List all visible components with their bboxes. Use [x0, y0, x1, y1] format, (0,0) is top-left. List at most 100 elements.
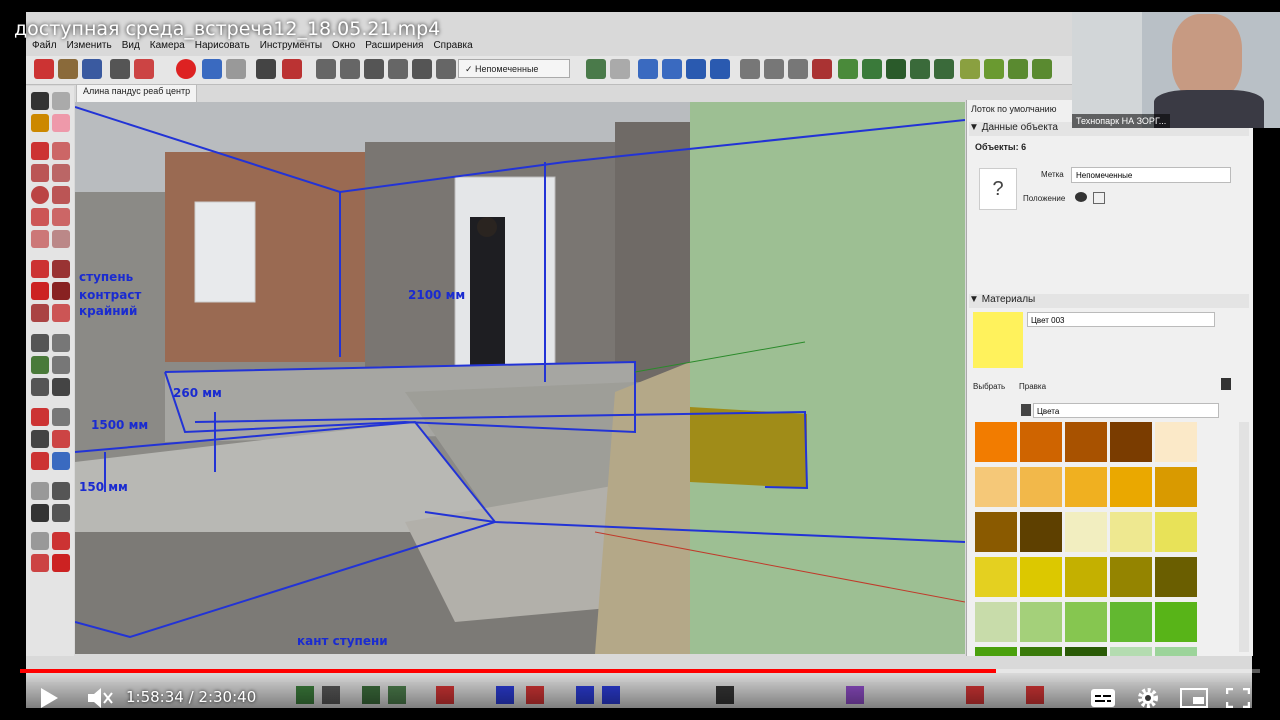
tab-edit[interactable]: Правка [1019, 382, 1046, 396]
redo-icon[interactable] [226, 59, 246, 79]
rectangle-icon[interactable] [31, 164, 49, 182]
material-swatch[interactable] [975, 422, 1017, 462]
pan-tool-icon[interactable] [52, 408, 70, 426]
material-swatch[interactable] [975, 557, 1017, 597]
material-swatch[interactable] [1155, 557, 1197, 597]
wireframe-icon[interactable] [764, 59, 784, 79]
share-model-icon[interactable] [862, 59, 882, 79]
extension-tool-2-icon[interactable] [52, 554, 70, 572]
model-info-icon[interactable] [282, 59, 302, 79]
shaded-icon[interactable] [812, 59, 832, 79]
material-swatch[interactable] [1065, 557, 1107, 597]
iso-view-icon[interactable] [316, 59, 336, 79]
material-swatch[interactable] [1155, 422, 1197, 462]
material-swatch[interactable] [1065, 422, 1107, 462]
visibility-eye-icon[interactable] [1075, 192, 1087, 202]
tape-measure-icon[interactable] [31, 334, 49, 352]
extension-manager-icon[interactable] [934, 59, 954, 79]
right-view-icon[interactable] [388, 59, 408, 79]
material-swatch[interactable] [1155, 647, 1197, 656]
offset-icon[interactable] [52, 304, 70, 322]
material-swatch[interactable] [1065, 647, 1107, 656]
back-view-icon[interactable] [412, 59, 432, 79]
tab-select[interactable]: Выбрать [973, 382, 1005, 396]
material-swatch[interactable] [1155, 512, 1197, 552]
material-swatch[interactable] [975, 512, 1017, 552]
position-camera-icon[interactable] [31, 482, 49, 500]
material-swatch[interactable] [1020, 602, 1062, 642]
extension-warehouse-icon[interactable] [886, 59, 906, 79]
stamp-icon[interactable] [1008, 59, 1028, 79]
material-swatch[interactable] [1110, 647, 1152, 656]
material-swatch[interactable] [1110, 512, 1152, 552]
model-viewport[interactable]: 2100 мм 260 мм 1500 мм 150 мм ступень ко… [75, 102, 965, 654]
swatch-scrollbar[interactable] [1239, 422, 1249, 652]
material-swatch[interactable] [975, 467, 1017, 507]
section-plane-icon[interactable] [52, 504, 70, 522]
save-icon[interactable] [82, 59, 102, 79]
axes-icon[interactable] [31, 378, 49, 396]
follow-me-icon[interactable] [52, 282, 70, 300]
material-swatch[interactable] [1065, 602, 1107, 642]
xray-icon[interactable] [740, 59, 760, 79]
smoove-icon[interactable] [984, 59, 1004, 79]
circle-icon[interactable] [31, 186, 49, 204]
orbit-icon[interactable] [638, 59, 658, 79]
mute-icon[interactable] [86, 686, 114, 710]
warehouse-tool-icon[interactable] [31, 532, 49, 550]
menu-window[interactable]: Окно [332, 40, 355, 54]
material-swatch[interactable] [975, 602, 1017, 642]
open-file-icon[interactable] [58, 59, 78, 79]
rotated-rectangle-icon[interactable] [52, 164, 70, 182]
settings-gear-icon[interactable] [1136, 686, 1160, 710]
material-swatch[interactable] [975, 647, 1017, 656]
three-point-arc-icon[interactable] [31, 230, 49, 248]
entity-tag-select[interactable]: Непомеченные [1071, 167, 1231, 183]
menu-view[interactable]: Вид [122, 40, 140, 54]
material-swatch[interactable] [1020, 557, 1062, 597]
erase-icon[interactable] [176, 59, 196, 79]
material-swatch[interactable] [1020, 422, 1062, 462]
material-swatch[interactable] [1065, 512, 1107, 552]
pie-icon[interactable] [52, 230, 70, 248]
scale-icon[interactable] [31, 304, 49, 322]
material-swatch[interactable] [1065, 467, 1107, 507]
materials-header[interactable]: ▼ Материалы [969, 294, 1249, 308]
eraser-icon[interactable] [610, 59, 630, 79]
menu-camera[interactable]: Камера [150, 40, 185, 54]
paint-icon[interactable] [134, 59, 154, 79]
lock-icon[interactable] [1093, 192, 1105, 204]
rotate-icon[interactable] [31, 282, 49, 300]
scene-tab[interactable]: Алина пандус реаб центр [76, 84, 198, 104]
zoom-tool-icon[interactable] [31, 430, 49, 448]
play-icon[interactable] [38, 686, 60, 710]
eraser-tool-icon[interactable] [52, 114, 70, 132]
cut-icon[interactable] [110, 59, 130, 79]
zoom-icon[interactable] [686, 59, 706, 79]
print-icon[interactable] [256, 59, 276, 79]
sample-paint-icon[interactable] [1221, 378, 1231, 390]
warehouse-icon[interactable] [838, 59, 858, 79]
menu-draw[interactable]: Нарисовать [195, 40, 250, 54]
text-icon[interactable] [52, 356, 70, 374]
material-swatch[interactable] [1020, 647, 1062, 656]
look-around-icon[interactable] [52, 482, 70, 500]
front-view-icon[interactable] [364, 59, 384, 79]
new-file-icon[interactable] [34, 59, 54, 79]
home-icon[interactable] [1021, 404, 1031, 416]
arc-icon[interactable] [31, 208, 49, 226]
fullscreen-icon[interactable] [1226, 688, 1250, 708]
previous-view-icon[interactable] [52, 452, 70, 470]
freehand-icon[interactable] [52, 142, 70, 160]
material-swatch[interactable] [1110, 422, 1152, 462]
material-swatch[interactable] [1155, 602, 1197, 642]
drape-icon[interactable] [1032, 59, 1052, 79]
menu-tools[interactable]: Инструменты [260, 40, 322, 54]
extension-tool-icon[interactable] [31, 554, 49, 572]
material-name-field[interactable]: Цвет 003 [1027, 312, 1215, 327]
select-icon[interactable] [31, 92, 49, 110]
orbit-tool-icon[interactable] [31, 408, 49, 426]
line-icon[interactable] [31, 142, 49, 160]
undo-icon[interactable] [202, 59, 222, 79]
protractor-icon[interactable] [31, 356, 49, 374]
